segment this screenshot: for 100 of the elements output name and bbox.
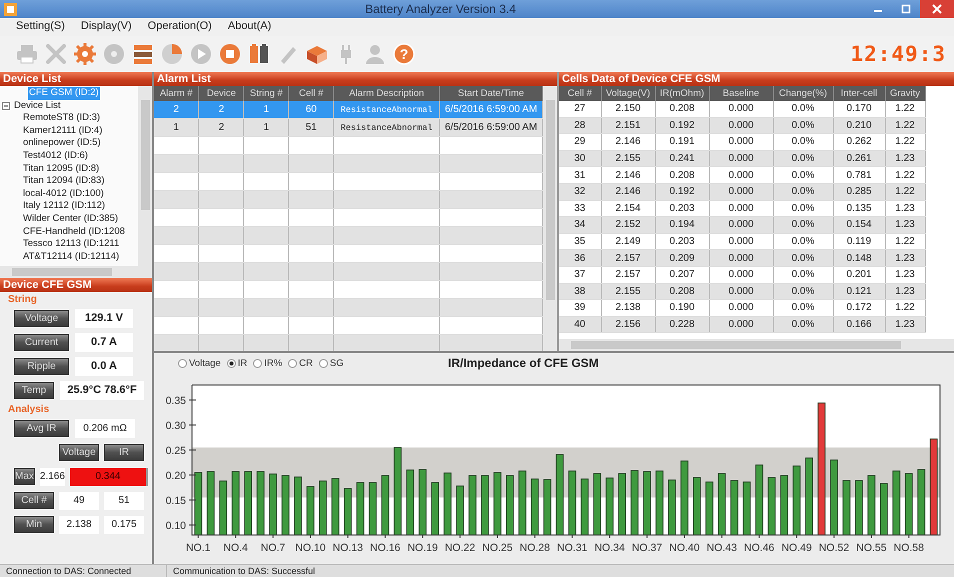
radio-icon[interactable] xyxy=(288,358,298,368)
column-header[interactable]: IR(mOhm) xyxy=(655,86,709,101)
table-cell: 28 xyxy=(559,117,601,134)
table-cell: 1.23 xyxy=(885,150,925,167)
column-header[interactable]: Gravity xyxy=(885,86,925,101)
table-cell: 2.156 xyxy=(601,316,655,333)
bar xyxy=(219,480,228,536)
table-cell: 0.166 xyxy=(833,316,885,333)
pie-chart-icon[interactable] xyxy=(160,42,184,66)
column-header[interactable]: Alarm # xyxy=(154,86,199,101)
menu-item[interactable]: About(A) xyxy=(228,20,272,36)
maximize-icon[interactable] xyxy=(901,4,911,14)
label-button[interactable]: Temp xyxy=(14,382,54,399)
collapse-icon[interactable] xyxy=(2,102,10,110)
scrollbar[interactable] xyxy=(0,266,152,278)
tree-item[interactable]: Device List xyxy=(13,100,62,112)
value-field: 2.166 xyxy=(40,468,65,486)
gear-icon[interactable] xyxy=(73,42,97,66)
column-button[interactable]: Voltage xyxy=(59,444,99,461)
column-header[interactable]: String # xyxy=(244,86,289,101)
window-title: Battery Analyzer Version 3.4 xyxy=(364,2,517,16)
battery-icon[interactable] xyxy=(247,42,271,66)
column-header[interactable]: Baseline xyxy=(709,86,773,101)
tree-item[interactable]: CFE GSM (ID:2) xyxy=(28,87,100,100)
column-header[interactable]: Cell # xyxy=(559,86,601,101)
column-header[interactable]: Cell # xyxy=(288,86,334,101)
tree-item[interactable]: local-4012 (ID:100) xyxy=(22,188,105,200)
table-cell: 0.0% xyxy=(773,250,833,266)
bar xyxy=(344,488,352,536)
table-cell: 2 xyxy=(198,101,244,118)
table-cell: 0.000 xyxy=(709,300,773,316)
tree-item[interactable]: AT&T12114 (ID:12114) xyxy=(22,250,120,264)
table-cell: 0.0% xyxy=(773,216,833,234)
tick-label: NO.22 xyxy=(444,542,476,554)
column-header[interactable]: Voltage(V) xyxy=(601,86,655,101)
bar xyxy=(444,472,452,536)
menu-item[interactable]: Operation(O) xyxy=(148,20,212,36)
scrollbar[interactable] xyxy=(138,86,152,266)
stop-icon[interactable] xyxy=(218,42,242,66)
scrollbar[interactable] xyxy=(559,339,954,351)
table-cell: 2.155 xyxy=(601,283,655,300)
label-button[interactable]: Current xyxy=(14,334,69,351)
radio-button[interactable]: IR xyxy=(226,358,248,368)
tree-item[interactable]: Tessco 12113 (ID:1211 xyxy=(22,238,120,251)
tree-item[interactable]: Titan 12094 (ID:83) xyxy=(22,175,106,188)
tree-item[interactable]: onlinepower (ID:5) xyxy=(22,137,102,150)
label-button[interactable]: Ripple xyxy=(14,358,69,375)
tree-item[interactable]: Kamer12111 (ID:4) xyxy=(22,124,104,138)
menu-item[interactable]: Setting(S) xyxy=(16,20,65,36)
table-cell: 0.000 xyxy=(709,150,773,167)
radio-button[interactable]: Voltage xyxy=(178,358,221,368)
close-icon[interactable] xyxy=(932,4,942,14)
radio-button[interactable]: IR% xyxy=(253,358,282,368)
radio-icon[interactable] xyxy=(178,358,187,368)
panel-header: Device List xyxy=(0,72,152,86)
table-cell: 0.000 xyxy=(709,101,773,118)
tick-label: NO.40 xyxy=(669,542,700,554)
tree-item[interactable]: RemoteST8 (ID:3) xyxy=(22,112,102,125)
tree-item[interactable]: Wilder Center (ID:385) xyxy=(22,212,120,226)
column-button[interactable]: IR xyxy=(104,444,144,461)
radio-icon[interactable] xyxy=(226,358,236,368)
column-header[interactable]: Change(%) xyxy=(773,86,833,101)
table-cell: 1.22 xyxy=(885,117,925,134)
bar xyxy=(506,475,514,536)
table-cell: 2 xyxy=(154,101,199,118)
label-button[interactable]: Max xyxy=(14,468,35,485)
bar xyxy=(381,475,390,536)
radio-icon[interactable] xyxy=(318,358,328,368)
tree-item[interactable]: Titan 12095 (ID:8) xyxy=(22,162,100,176)
column-header[interactable]: Alarm Description xyxy=(334,86,440,101)
bar xyxy=(206,471,215,536)
column-header[interactable]: Device xyxy=(198,86,244,101)
table-cell: 2.146 xyxy=(601,166,655,184)
bar xyxy=(780,475,788,536)
table-cell: ResistanceAbnormal xyxy=(334,118,440,136)
chart-title: IR/Impedance of CFE GSM xyxy=(448,356,599,370)
tree-item[interactable]: Italy 12112 (ID:112) xyxy=(22,200,106,213)
radio-button[interactable]: CR xyxy=(288,358,313,368)
label-button[interactable]: Voltage xyxy=(14,310,69,327)
label-button[interactable]: Min xyxy=(14,516,54,533)
tree-item[interactable]: Test4012 (ID:6) xyxy=(22,150,89,163)
label-button[interactable]: Avg IR xyxy=(14,420,69,437)
tree-item[interactable]: CFE-Handheld (ID:1208 xyxy=(22,226,126,238)
table-cell: 0.0% xyxy=(773,101,833,118)
table-cell: 38 xyxy=(559,283,601,300)
close-button[interactable] xyxy=(920,0,954,18)
table-cell: 31 xyxy=(559,166,601,184)
column-header[interactable]: Start Date/Time xyxy=(440,86,542,101)
menu-item[interactable]: Display(V) xyxy=(80,20,132,36)
table-cell: 2.152 xyxy=(601,216,655,234)
column-header[interactable]: Inter-cell xyxy=(833,86,885,101)
list-icon[interactable] xyxy=(131,42,155,66)
radio-icon[interactable] xyxy=(253,358,262,368)
bar xyxy=(306,486,314,536)
tick-label: NO.28 xyxy=(520,542,550,554)
bar xyxy=(792,466,801,536)
table-cell: 1.23 xyxy=(885,216,925,234)
radio-button[interactable]: SG xyxy=(318,358,344,368)
scrollbar[interactable] xyxy=(543,86,557,351)
label-button[interactable]: Cell # xyxy=(14,492,54,509)
